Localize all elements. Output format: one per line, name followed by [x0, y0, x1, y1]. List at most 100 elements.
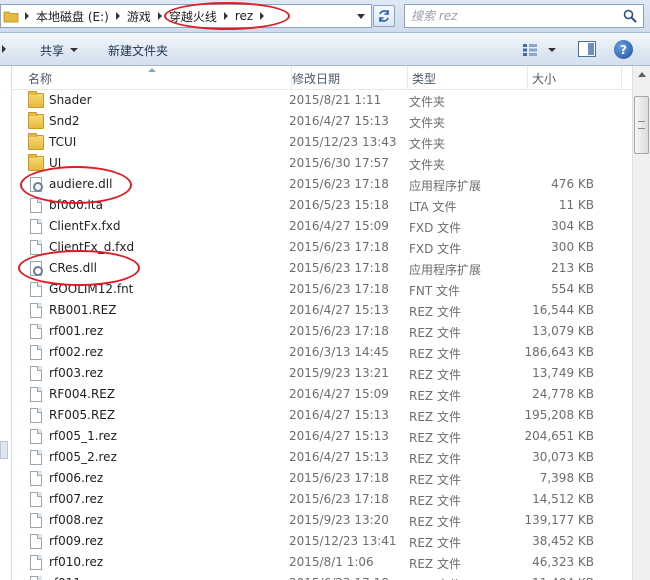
file-row[interactable]: rf006.rez 2015/6/23 17:18 REZ 文件 7,398 KB [12, 468, 632, 489]
file-icon [30, 555, 42, 570]
file-type: REZ 文件 [409, 473, 461, 487]
file-size: 186,643 KB [524, 345, 594, 359]
search-icon[interactable] [623, 9, 637, 23]
vertical-scrollbar[interactable] [632, 66, 650, 580]
file-name: rf007.rez [49, 492, 104, 506]
chevron-down-icon [548, 48, 556, 52]
breadcrumb-arrow-icon[interactable] [157, 12, 162, 20]
file-date: 2015/6/23 17:18 [289, 261, 389, 275]
file-icon [30, 471, 42, 486]
file-size: 13,079 KB [532, 324, 594, 338]
folder-icon [28, 112, 44, 129]
column-header-name[interactable]: 名称 [24, 66, 292, 90]
search-box[interactable] [404, 4, 644, 28]
file-row[interactable]: UI 2015/6/30 17:57 文件夹 [12, 153, 632, 174]
file-row[interactable]: rf009.rez 2015/12/23 13:41 REZ 文件 38,452 KB [12, 531, 632, 552]
file-name: audiere.dll [49, 177, 113, 191]
file-icon [30, 513, 42, 528]
chevron-right-icon[interactable] [2, 45, 6, 53]
help-icon[interactable]: ? [614, 40, 633, 59]
breadcrumb-drive[interactable]: 本地磁盘 (E:) [33, 5, 112, 27]
breadcrumb-arrow-icon[interactable] [223, 12, 228, 20]
file-icon [30, 387, 42, 402]
dll-icon [30, 177, 43, 192]
breadcrumb-arrow-icon[interactable] [25, 12, 29, 20]
share-button[interactable]: 共享 [40, 41, 79, 59]
scrollbar-thumb[interactable] [634, 96, 649, 154]
change-view-button[interactable] [522, 41, 562, 59]
search-input[interactable] [411, 8, 611, 24]
preview-pane-icon[interactable] [578, 41, 596, 57]
file-size: 24,778 KB [532, 387, 594, 401]
file-date: 2015/6/23 17:18 [289, 471, 389, 485]
file-row[interactable]: rf008.rez 2015/9/23 13:20 REZ 文件 139,177 KB [12, 510, 632, 531]
navigation-pane[interactable] [0, 66, 12, 580]
file-row[interactable]: RF004.REZ 2016/4/27 15:09 REZ 文件 24,778 KB [12, 384, 632, 405]
file-name: ClientFx_d.fxd [49, 240, 135, 254]
file-date: 2015/6/23 17:18 [289, 324, 389, 338]
refresh-button[interactable] [373, 5, 395, 27]
column-header-date[interactable]: 修改日期 [288, 66, 408, 90]
file-icon [30, 282, 42, 297]
file-row[interactable]: RB001.REZ 2016/4/27 15:13 REZ 文件 16,544 KB [12, 300, 632, 321]
file-row[interactable]: rf003.rez 2015/9/23 13:21 REZ 文件 13,749 KB [12, 363, 632, 384]
folder-icon [28, 154, 44, 171]
file-row[interactable]: rf010.rez 2015/8/1 1:06 REZ 文件 46,323 KB [12, 552, 632, 573]
file-type: 文件夹 [409, 137, 446, 151]
file-type: LTA 文件 [409, 200, 457, 214]
file-row[interactable]: GOOLIM12.fnt 2015/6/23 17:18 FNT 文件 554 KB [12, 279, 632, 300]
breadcrumb-arrow-icon[interactable] [115, 12, 120, 20]
file-row[interactable]: rf005_2.rez 2016/4/27 15:13 REZ 文件 30,073 K… [12, 447, 632, 468]
file-row[interactable]: audiere.dll 2015/6/23 17:18 应用程序扩展 476 KB [12, 174, 632, 195]
file-row[interactable]: ClientFx_d.fxd 2015/6/23 17:18 FXD 文件 300 K… [12, 237, 632, 258]
file-row[interactable]: bf000.lta 2016/5/23 15:18 LTA 文件 11 KB [12, 195, 632, 216]
file-row[interactable]: rf011.rez 2015/6/23 17:18 REZ 文件 11,404 KB [12, 573, 632, 580]
breadcrumb-arrow-icon[interactable] [260, 12, 265, 20]
file-row[interactable]: Snd2 2016/4/27 15:13 文件夹 [12, 111, 632, 132]
file-row[interactable]: CRes.dll 2015/6/23 17:18 应用程序扩展 213 KB [12, 258, 632, 279]
file-name: rf006.rez [49, 471, 104, 485]
file-date: 2015/6/30 17:57 [289, 156, 389, 170]
file-row[interactable]: Shader 2015/8/21 1:11 文件夹 [12, 90, 632, 111]
file-row[interactable]: ClientFx.fxd 2016/4/27 15:09 FXD 文件 304 KB [12, 216, 632, 237]
file-size: 476 KB [551, 177, 594, 191]
column-header-type[interactable]: 类型 [408, 66, 528, 90]
file-row[interactable]: rf007.rez 2015/6/23 17:18 REZ 文件 14,512 KB [12, 489, 632, 510]
file-size: 195,208 KB [524, 408, 594, 422]
file-name: rf005_2.rez [49, 450, 117, 464]
file-row[interactable]: rf002.rez 2016/3/13 14:45 REZ 文件 186,643 KB [12, 342, 632, 363]
file-size: 30,073 KB [532, 450, 594, 464]
file-name: bf000.lta [49, 198, 103, 212]
file-size: 14,512 KB [532, 492, 594, 506]
file-name: TCUI [49, 135, 77, 149]
new-folder-button[interactable]: 新建文件夹 [108, 41, 168, 59]
file-date: 2015/6/23 17:18 [289, 177, 389, 191]
file-date: 2016/4/27 15:09 [289, 219, 389, 233]
file-size: 13,749 KB [532, 366, 594, 380]
file-size: 16,544 KB [532, 303, 594, 317]
scroll-up-button[interactable] [633, 66, 650, 83]
file-icon [30, 534, 42, 549]
file-row[interactable]: rf001.rez 2015/6/23 17:18 REZ 文件 13,079 KB [12, 321, 632, 342]
file-size: 46,323 KB [532, 555, 594, 569]
file-size: 213 KB [551, 261, 594, 275]
address-history-dropdown[interactable] [350, 4, 372, 28]
breadcrumb-crossfire[interactable]: 穿越火线 [166, 5, 220, 27]
file-type: REZ 文件 [409, 557, 461, 571]
file-size: 204,651 KB [524, 429, 594, 443]
file-type: REZ 文件 [409, 494, 461, 508]
column-header-size[interactable]: 大小 [528, 66, 622, 90]
breadcrumb-rez[interactable]: rez [232, 5, 256, 27]
file-type: REZ 文件 [409, 389, 461, 403]
folder-icon [28, 133, 44, 150]
file-type: REZ 文件 [409, 515, 461, 529]
breadcrumb-games[interactable]: 游戏 [124, 5, 154, 27]
file-date: 2016/4/27 15:13 [289, 450, 389, 464]
file-row[interactable]: RF005.REZ 2016/4/27 15:13 REZ 文件 195,208 KB [12, 405, 632, 426]
file-row[interactable]: TCUI 2015/12/23 13:43 文件夹 [12, 132, 632, 153]
file-name: rf011.rez [49, 576, 103, 580]
navigation-pane-splitter[interactable] [0, 441, 8, 459]
address-bar[interactable]: 本地磁盘 (E:) 游戏 穿越火线 rez [0, 4, 372, 28]
file-name: rf008.rez [49, 513, 104, 527]
file-row[interactable]: rf005_1.rez 2016/4/27 15:13 REZ 文件 204,651 … [12, 426, 632, 447]
